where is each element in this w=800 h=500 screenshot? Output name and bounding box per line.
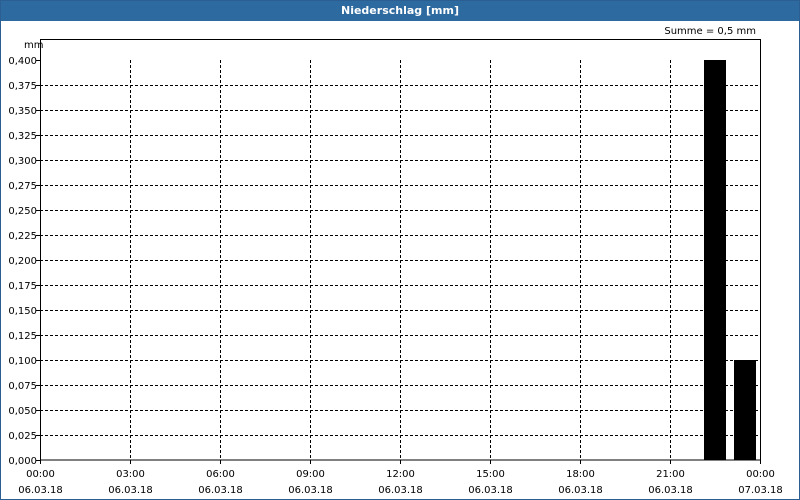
y-tick-label: 0,300 [8,156,37,167]
y-tick-label: 0,125 [8,331,37,342]
x-tick-date-label: 06.03.18 [558,485,603,496]
y-tick-label: 0,100 [8,356,37,367]
x-tick-time-label: 12:00 [386,469,415,480]
precipitation-bar [734,360,756,460]
x-tick-time-label: 21:00 [656,469,685,480]
x-tick-time-label: 06:00 [206,469,235,480]
x-tick-date-label: 06.03.18 [18,485,63,496]
y-tick-label: 0,225 [8,231,37,242]
x-axis-ticks: 00:00 06.03.18 03:00 06.03.18 06:00 06.03.18 0… [18,460,783,496]
grid-lines [40,60,760,460]
x-tick-date-label: 06.03.18 [288,485,333,496]
y-axis-label: mm [24,40,43,51]
x-tick-date-label: 06.03.18 [108,485,153,496]
y-axis-ticks: 0,000 0,025 0,050 0,075 0,100 0,125 0,150 0,175… [8,56,40,467]
x-tick-date-label: 07.03.18 [738,485,783,496]
y-tick-label: 0,400 [8,56,37,67]
x-tick-date-label: 06.03.18 [198,485,243,496]
precipitation-chart: 0,000 0,025 0,050 0,075 0,100 0,125 0,150 0,175… [8,26,783,496]
y-tick-label: 0,200 [8,256,37,267]
x-tick-time-label: 00:00 [746,469,775,480]
y-tick-label: 0,250 [8,206,37,217]
x-tick-time-label: 00:00 [26,469,55,480]
y-tick-label: 0,150 [8,306,37,317]
x-tick-time-label: 15:00 [476,469,505,480]
x-tick-time-label: 03:00 [116,469,145,480]
x-tick-time-label: 18:00 [566,469,595,480]
y-tick-label: 0,375 [8,81,37,92]
y-tick-label: 0,050 [8,406,37,417]
y-tick-label: 0,000 [8,456,37,467]
x-tick-date-label: 06.03.18 [378,485,423,496]
y-tick-label: 0,025 [8,431,37,442]
precipitation-bar [704,60,726,460]
x-tick-time-label: 09:00 [296,469,325,480]
y-tick-label: 0,350 [8,106,37,117]
x-tick-date-label: 06.03.18 [468,485,513,496]
y-tick-label: 0,325 [8,131,37,142]
y-tick-label: 0,275 [8,181,37,192]
y-tick-label: 0,175 [8,281,37,292]
x-tick-date-label: 06.03.18 [648,485,693,496]
sum-annotation: Summe = 0,5 mm [664,26,756,37]
y-tick-label: 0,075 [8,381,37,392]
